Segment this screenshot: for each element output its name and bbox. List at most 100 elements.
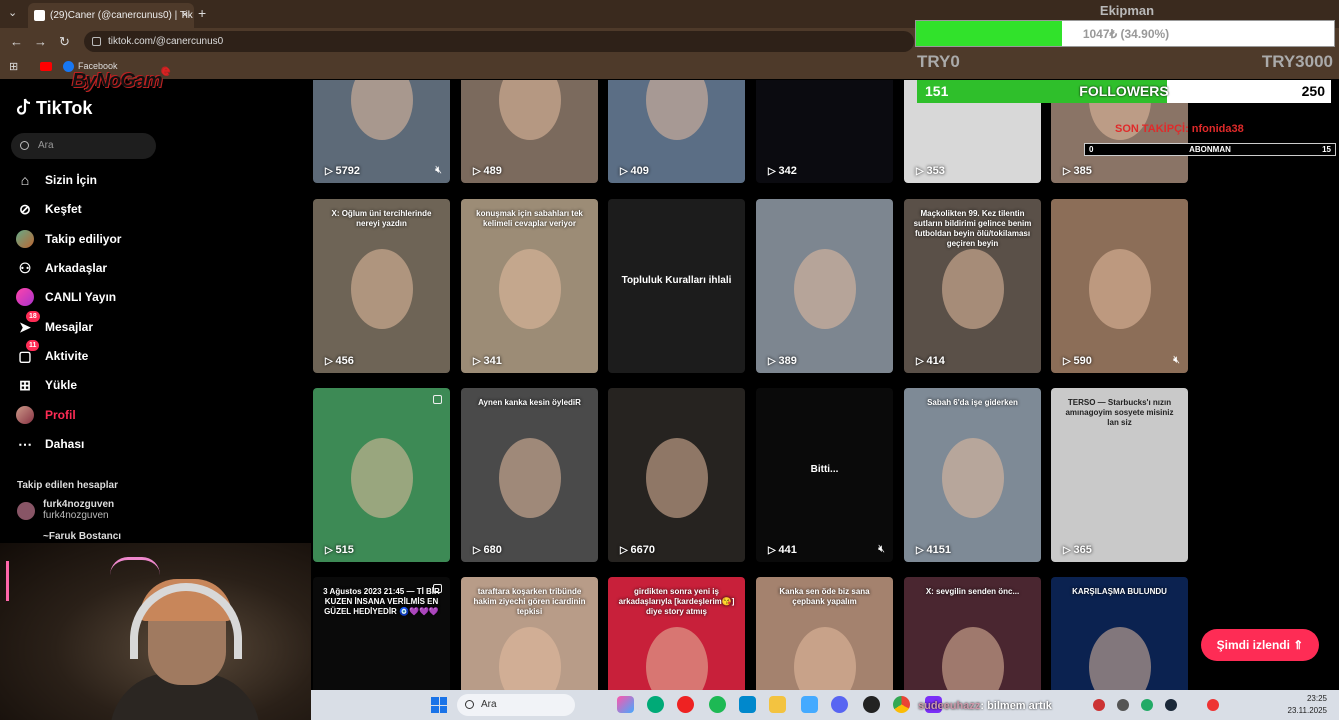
video-view-count: 5792 bbox=[325, 165, 359, 177]
apps-grid-icon[interactable]: ⊞ bbox=[9, 60, 18, 73]
back-icon[interactable]: ← bbox=[10, 34, 23, 49]
file-explorer-icon[interactable] bbox=[769, 696, 786, 713]
search-icon bbox=[465, 700, 474, 709]
upload-icon: ⊞ bbox=[19, 377, 31, 393]
clock-time: 23:25 bbox=[1306, 694, 1327, 703]
ekipman-title: Ekipman bbox=[1099, 3, 1155, 18]
tiktok-favicon-icon bbox=[34, 10, 45, 21]
obs-icon[interactable] bbox=[863, 696, 880, 713]
sidebar-item-activity[interactable]: ▢ 11 Aktivite bbox=[16, 340, 276, 367]
taskbar-search-input[interactable]: Ara bbox=[457, 694, 575, 716]
video-card[interactable]: 515 bbox=[313, 388, 450, 562]
tab-close-icon[interactable]: × bbox=[182, 3, 188, 28]
tab-search-icon[interactable]: ⌄ bbox=[8, 6, 17, 19]
sidebar-item-more[interactable]: ⋯ Dahası bbox=[16, 433, 276, 455]
video-card[interactable]: 489 bbox=[461, 80, 598, 183]
now-watched-button[interactable]: Şimdi izlendi ⇑ bbox=[1201, 629, 1319, 661]
ekipman-min: TRY0 bbox=[917, 52, 960, 71]
video-thumbnail-subject bbox=[646, 627, 708, 690]
browser-tab-active[interactable]: (29)Caner (@canercunus0) | Tik × bbox=[28, 3, 194, 28]
sidebar-item-live[interactable]: CANLI Yayın bbox=[16, 286, 276, 308]
store-icon[interactable] bbox=[739, 696, 756, 713]
video-card[interactable]: taraftara koşarken tribünde hakim ziyech… bbox=[461, 577, 598, 690]
discord-icon[interactable] bbox=[831, 696, 848, 713]
video-caption: konuşmak için sabahları tek kelimeli cev… bbox=[476, 209, 583, 228]
chrome-icon[interactable] bbox=[893, 696, 910, 713]
video-caption: Kanka sen öde biz sana çepbank yapalım bbox=[779, 587, 870, 606]
video-card[interactable]: Maçkolikten 99. Kez tilentin sutların bi… bbox=[904, 199, 1041, 373]
video-card[interactable]: 590 🔇︎ bbox=[1051, 199, 1188, 373]
ekipman-progress-text: 1047₺ (34.90%) bbox=[1082, 27, 1170, 41]
chat-message: : bilmem artık bbox=[980, 700, 1052, 712]
sidebar-item-explore[interactable]: ⊘ Keşfet bbox=[16, 198, 276, 220]
ekipman-goal-overlay: Ekipman 1047₺ (34.90%) TRY0 TRY3000 bbox=[915, 0, 1339, 76]
search-placeholder: Ara bbox=[38, 140, 54, 151]
video-card[interactable]: konuşmak için sabahları tek kelimeli cev… bbox=[461, 199, 598, 373]
sidebar-item-following[interactable]: Takip ediliyor bbox=[16, 228, 276, 250]
last-follower-text: SON TAKİPÇİ: nfonida38 bbox=[1115, 123, 1244, 135]
video-card[interactable]: 389 bbox=[756, 199, 893, 373]
sidebar-item-friends[interactable]: ⚇ Arkadaşlar bbox=[16, 257, 276, 279]
sidebar-item-upload[interactable]: ⊞ Yükle bbox=[16, 374, 276, 396]
media-player-icon[interactable] bbox=[677, 696, 694, 713]
channel-logo-sup: e bbox=[161, 62, 170, 78]
video-card[interactable]: Topluluk Kuralları ihlali bbox=[608, 199, 745, 373]
video-view-count: 590 bbox=[1063, 355, 1091, 367]
windows-start-icon[interactable] bbox=[431, 697, 447, 713]
video-card[interactable]: Aynen kanka kesin öylediR 680 bbox=[461, 388, 598, 562]
ekipman-progress-bar: 1047₺ (34.90%) bbox=[915, 20, 1335, 47]
reload-icon[interactable]: ↻ bbox=[59, 34, 70, 50]
video-card[interactable]: TERSO — Starbucks'ı nızın amınagoyim sos… bbox=[1051, 388, 1188, 562]
video-card[interactable]: 6670 bbox=[608, 388, 745, 562]
copilot-icon[interactable] bbox=[617, 696, 634, 713]
video-card[interactable]: X: sevgilin senden önc... bbox=[904, 577, 1041, 690]
more-icon: ⋯ bbox=[18, 436, 32, 452]
video-card[interactable]: 409 bbox=[608, 80, 745, 183]
neon-light bbox=[110, 557, 160, 575]
sidebar-item-profile[interactable]: Profil bbox=[16, 404, 276, 426]
edge-icon[interactable] bbox=[647, 696, 664, 713]
video-card[interactable]: 342 bbox=[756, 80, 893, 183]
sidebar-item-messages[interactable]: ➤ 18 Mesajlar bbox=[16, 311, 276, 338]
video-caption: Sabah 6'da işe giderken bbox=[927, 398, 1018, 407]
site-info-icon[interactable] bbox=[92, 37, 101, 46]
video-card[interactable]: Bitti... 441 🔇︎ bbox=[756, 388, 893, 562]
video-card[interactable]: Kanka sen öde biz sana çepbank yapalım bbox=[756, 577, 893, 690]
video-card[interactable]: 3 Ağustos 2023 21:45 — Tİ BİR KUZEN İNSA… bbox=[313, 577, 450, 690]
tray-icon[interactable] bbox=[1207, 699, 1219, 711]
following-account[interactable]: furk4nozguven furk4nozguven bbox=[17, 499, 114, 521]
address-bar[interactable]: tiktok.com/@canercunus0 bbox=[84, 31, 914, 52]
youtube-icon[interactable] bbox=[40, 62, 52, 71]
video-card[interactable]: 5792 🔇︎ bbox=[313, 80, 450, 183]
followers-max: 250 bbox=[1301, 83, 1325, 99]
new-tab-button[interactable]: + bbox=[198, 5, 206, 21]
subscription-max: 15 bbox=[1322, 145, 1331, 154]
tray-icon[interactable] bbox=[1093, 699, 1105, 711]
video-view-count: 341 bbox=[473, 355, 501, 367]
video-card[interactable]: KARŞILAŞMA BULUNDU bbox=[1051, 577, 1188, 690]
steam-icon[interactable] bbox=[1165, 699, 1177, 711]
video-card[interactable]: Sabah 6'da işe giderken 4151 bbox=[904, 388, 1041, 562]
muted-icon: 🔇︎ bbox=[878, 543, 885, 555]
tiktok-logo[interactable]: TikTok bbox=[16, 98, 92, 119]
account-name: furk4nozguven bbox=[43, 499, 115, 510]
sidebar-item-label: Mesajlar bbox=[45, 320, 94, 334]
video-card[interactable]: girdikten sonra yeni iş arkadaşlarıyla [… bbox=[608, 577, 745, 690]
taskbar-search-placeholder: Ara bbox=[481, 699, 497, 710]
sidebar-item-foryou[interactable]: ⌂ Sizin İçin bbox=[16, 169, 276, 191]
tray-icon[interactable] bbox=[1141, 699, 1153, 711]
video-card[interactable]: X: Oğlum üni tercihlerinde nereyi yazdın… bbox=[313, 199, 450, 373]
video-thumbnail-subject bbox=[942, 627, 1004, 690]
following-account[interactable]: ~Faruk Bostancı bbox=[17, 531, 121, 542]
video-caption: TERSO — Starbucks'ı nızın amınagoyim sos… bbox=[1065, 398, 1174, 427]
sidebar-search-input[interactable]: Ara bbox=[11, 133, 156, 159]
taskbar-clock[interactable]: 23:25 23.11.2025 bbox=[1288, 693, 1327, 717]
spotify-icon[interactable] bbox=[709, 696, 726, 713]
chat-username: sudeeuhazz bbox=[918, 700, 981, 712]
sidebar-item-label: Arkadaşlar bbox=[45, 261, 108, 275]
settings-icon[interactable] bbox=[801, 696, 818, 713]
forward-icon[interactable]: → bbox=[34, 34, 47, 49]
tray-icon[interactable] bbox=[1117, 699, 1129, 711]
chat-message-overlay: sudeeuhazz: bilmem artık bbox=[918, 700, 1052, 712]
channel-logo: ByNoGame bbox=[72, 62, 169, 93]
